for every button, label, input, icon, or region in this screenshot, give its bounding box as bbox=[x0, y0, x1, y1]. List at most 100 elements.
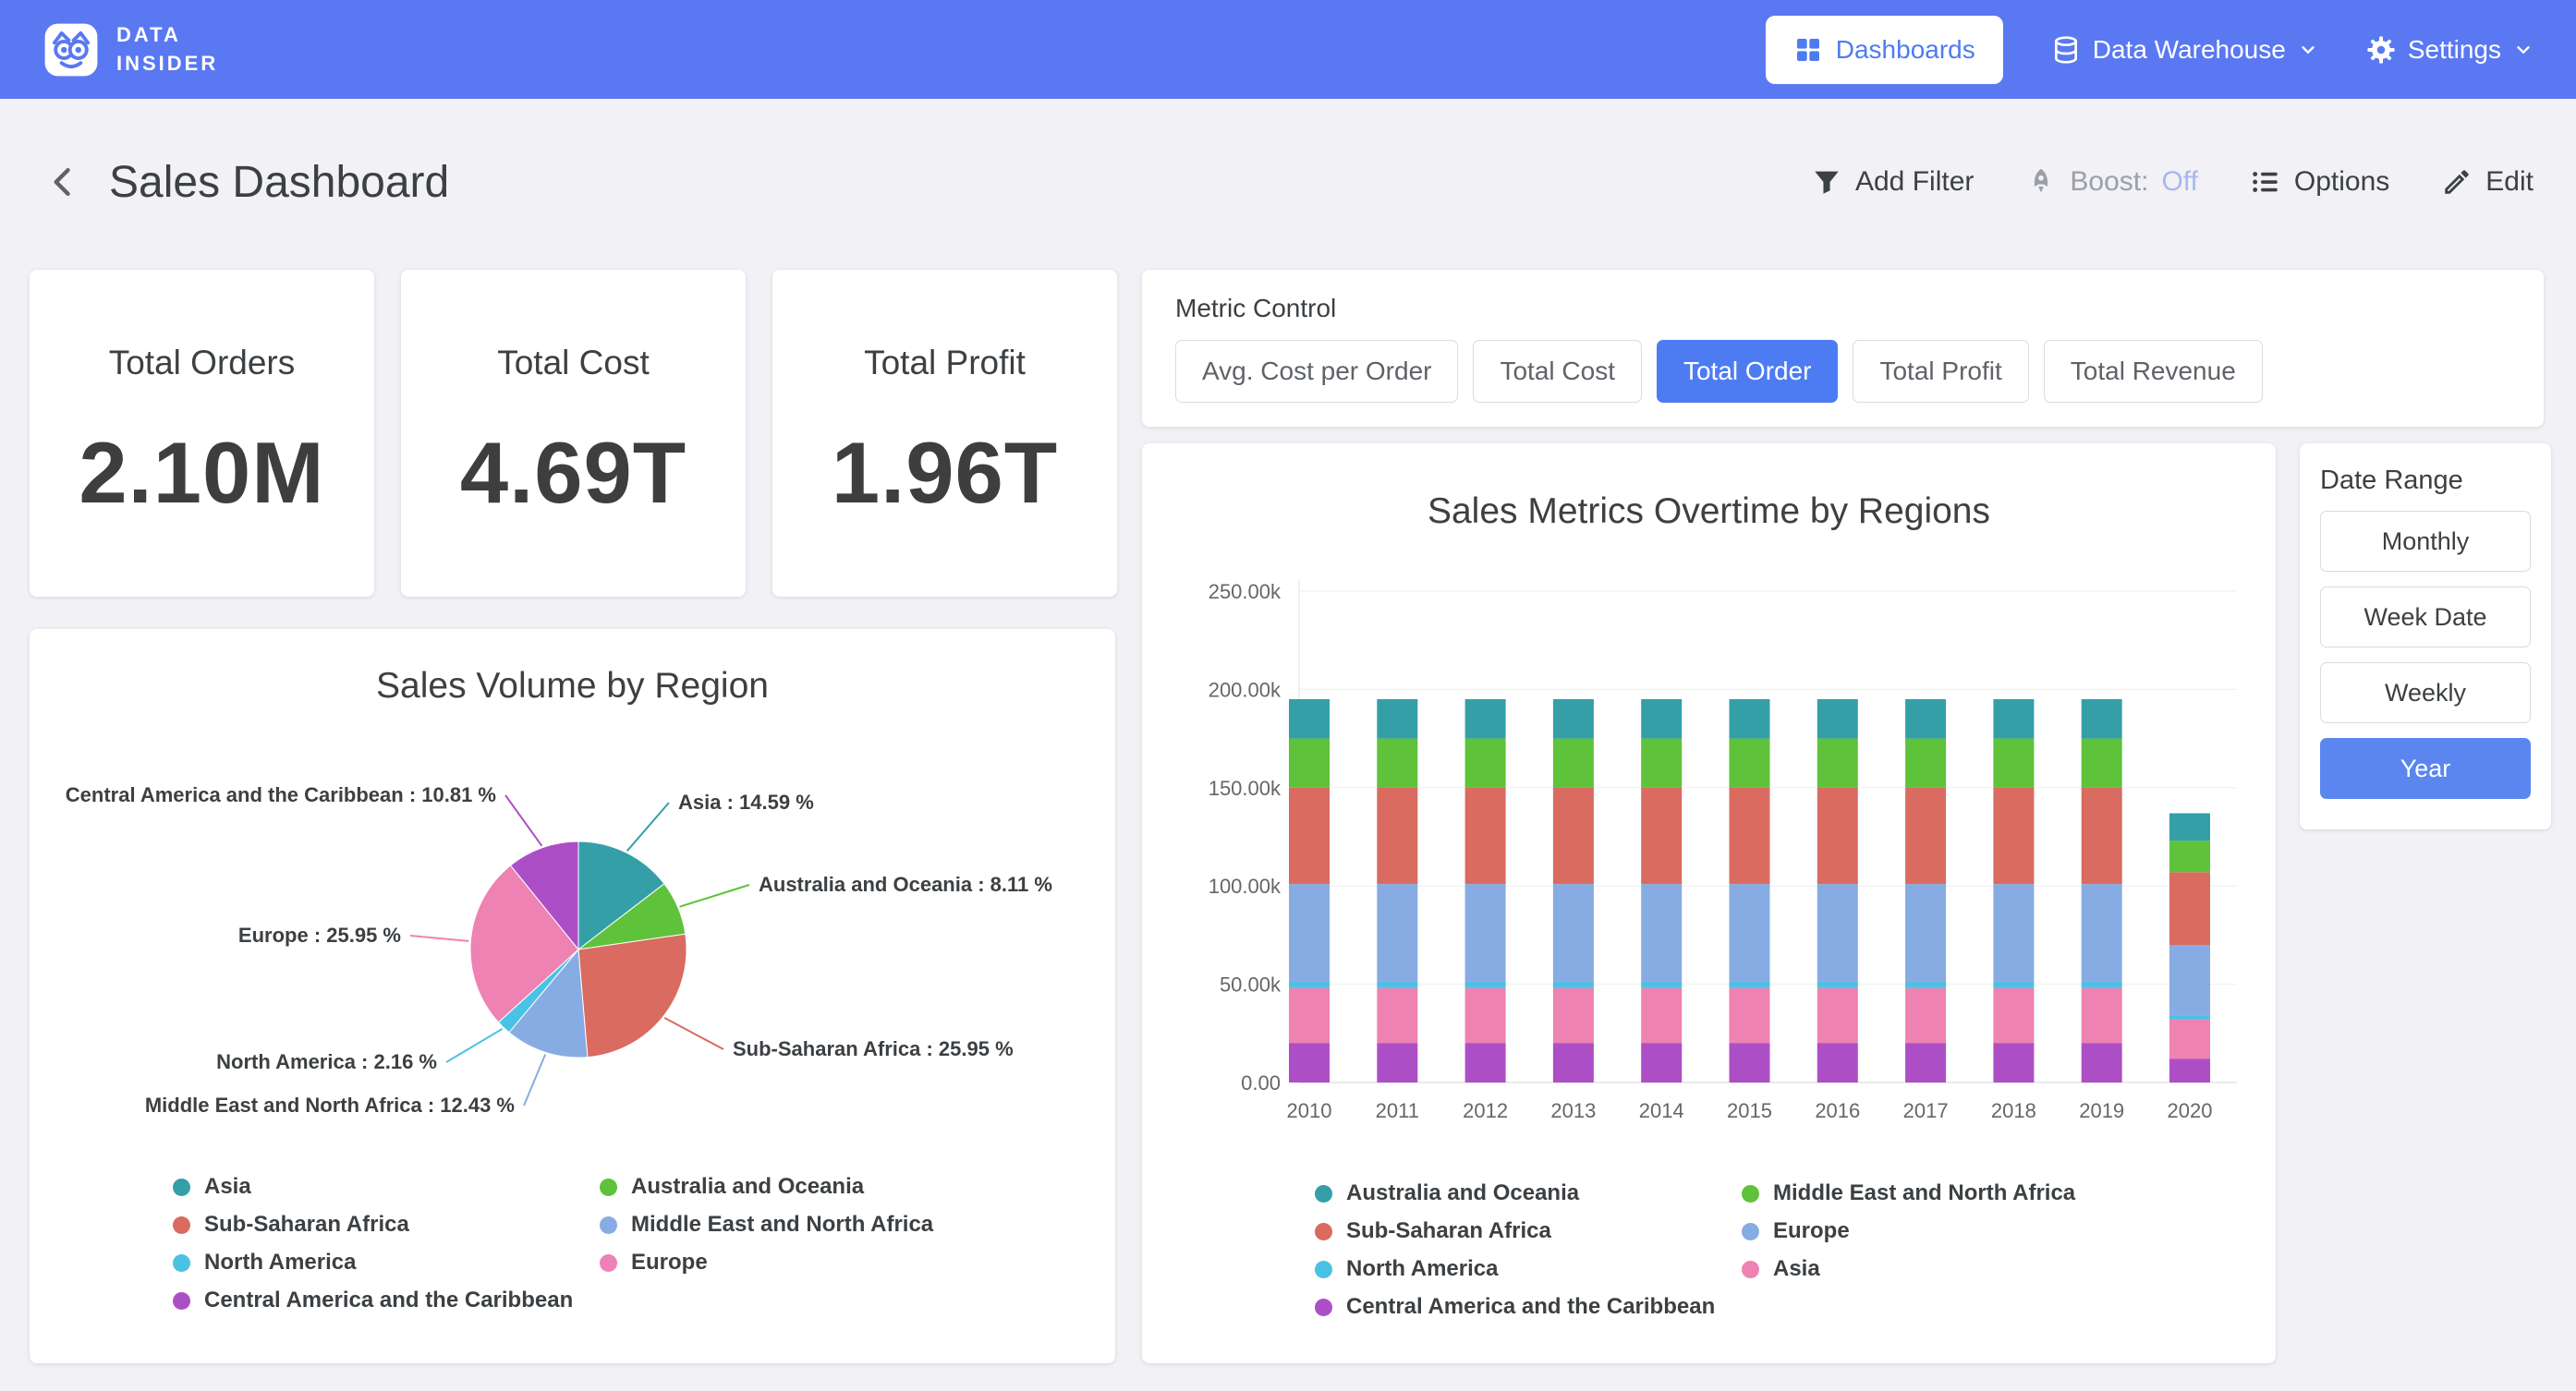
pie-slice-sub-saharan-africa[interactable] bbox=[578, 934, 687, 1057]
bar-2019-north-america[interactable] bbox=[2082, 983, 2122, 988]
bar-2012-central-america-and-the-caribbean[interactable] bbox=[1465, 1043, 1506, 1083]
bar-2011-central-america-and-the-caribbean[interactable] bbox=[1377, 1043, 1417, 1083]
metric-button-total-revenue[interactable]: Total Revenue bbox=[2044, 340, 2263, 403]
bar-2015-australia-and-oceania[interactable] bbox=[1730, 699, 1770, 739]
metric-button-total-cost[interactable]: Total Cost bbox=[1473, 340, 1642, 403]
pie-legend-item-asia[interactable]: Asia bbox=[173, 1174, 600, 1200]
bar-2019-sub-saharan-africa[interactable] bbox=[2082, 788, 2122, 884]
boost-toggle[interactable]: Boost: Off bbox=[2025, 166, 2198, 198]
bar-legend-item-australia-and-oceania[interactable]: Australia and Oceania bbox=[1315, 1180, 1742, 1206]
pie-legend-item-north-america[interactable]: North America bbox=[173, 1250, 600, 1276]
bar-2020-asia[interactable] bbox=[2169, 1020, 2210, 1059]
bar-2019-australia-and-oceania[interactable] bbox=[2082, 699, 2122, 739]
nav-data-warehouse[interactable]: Data Warehouse bbox=[2051, 35, 2318, 65]
bar-2018-middle-east-and-north-africa[interactable] bbox=[1993, 739, 2034, 788]
metric-button-avg-cost-per-order[interactable]: Avg. Cost per Order bbox=[1175, 340, 1458, 403]
bar-2014-australia-and-oceania[interactable] bbox=[1641, 699, 1682, 739]
add-filter-button[interactable]: Add Filter bbox=[1811, 166, 1974, 198]
bar-2013-north-america[interactable] bbox=[1553, 983, 1594, 988]
metric-button-total-order[interactable]: Total Order bbox=[1657, 340, 1839, 403]
bar-2014-middle-east-and-north-africa[interactable] bbox=[1641, 739, 1682, 788]
bar-2010-australia-and-oceania[interactable] bbox=[1289, 699, 1330, 739]
date-range-button-weekly[interactable]: Weekly bbox=[2320, 662, 2531, 723]
bar-legend-item-europe[interactable]: Europe bbox=[1742, 1218, 2169, 1244]
bar-2014-europe[interactable] bbox=[1641, 884, 1682, 982]
bar-2012-asia[interactable] bbox=[1465, 988, 1506, 1044]
bar-2015-north-america[interactable] bbox=[1730, 983, 1770, 988]
bar-2016-middle-east-and-north-africa[interactable] bbox=[1817, 739, 1858, 788]
bar-2020-sub-saharan-africa[interactable] bbox=[2169, 872, 2210, 945]
bar-2016-australia-and-oceania[interactable] bbox=[1817, 699, 1858, 739]
bar-2016-europe[interactable] bbox=[1817, 884, 1858, 982]
bar-2017-north-america[interactable] bbox=[1905, 983, 1946, 988]
bar-2020-europe[interactable] bbox=[2169, 945, 2210, 1016]
pie-legend-item-sub-saharan-africa[interactable]: Sub-Saharan Africa bbox=[173, 1212, 600, 1238]
bar-2013-sub-saharan-africa[interactable] bbox=[1553, 788, 1594, 884]
nav-dashboards-button[interactable]: Dashboards bbox=[1766, 16, 2003, 84]
bar-legend-item-north-america[interactable]: North America bbox=[1315, 1256, 1742, 1282]
bar-2018-sub-saharan-africa[interactable] bbox=[1993, 788, 2034, 884]
bar-2011-australia-and-oceania[interactable] bbox=[1377, 699, 1417, 739]
bar-2015-middle-east-and-north-africa[interactable] bbox=[1730, 739, 1770, 788]
bar-2010-europe[interactable] bbox=[1289, 884, 1330, 982]
bar-2019-asia[interactable] bbox=[2082, 988, 2122, 1044]
bar-2012-north-america[interactable] bbox=[1465, 983, 1506, 988]
bar-2010-central-america-and-the-caribbean[interactable] bbox=[1289, 1043, 1330, 1083]
bar-2015-asia[interactable] bbox=[1730, 988, 1770, 1044]
bar-2011-north-america[interactable] bbox=[1377, 983, 1417, 988]
bar-2015-central-america-and-the-caribbean[interactable] bbox=[1730, 1043, 1770, 1083]
bar-2016-asia[interactable] bbox=[1817, 988, 1858, 1044]
pie-legend-item-europe[interactable]: Europe bbox=[600, 1250, 1027, 1276]
bar-2011-middle-east-and-north-africa[interactable] bbox=[1377, 739, 1417, 788]
bar-2019-central-america-and-the-caribbean[interactable] bbox=[2082, 1043, 2122, 1083]
bar-2010-north-america[interactable] bbox=[1289, 983, 1330, 988]
date-range-button-monthly[interactable]: Monthly bbox=[2320, 511, 2531, 572]
date-range-button-week-date[interactable]: Week Date bbox=[2320, 587, 2531, 647]
bar-2017-middle-east-and-north-africa[interactable] bbox=[1905, 739, 1946, 788]
bar-2013-europe[interactable] bbox=[1553, 884, 1594, 982]
bar-legend-item-asia[interactable]: Asia bbox=[1742, 1256, 2169, 1282]
bar-legend-item-sub-saharan-africa[interactable]: Sub-Saharan Africa bbox=[1315, 1218, 1742, 1244]
bar-2020-north-america[interactable] bbox=[2169, 1016, 2210, 1020]
bar-2017-europe[interactable] bbox=[1905, 884, 1946, 982]
pie-legend-item-central-america-and-the-caribbean[interactable]: Central America and the Caribbean bbox=[173, 1288, 600, 1313]
bar-2012-australia-and-oceania[interactable] bbox=[1465, 699, 1506, 739]
bar-2016-central-america-and-the-caribbean[interactable] bbox=[1817, 1043, 1858, 1083]
date-range-button-year[interactable]: Year bbox=[2320, 738, 2531, 799]
bar-2013-middle-east-and-north-africa[interactable] bbox=[1553, 739, 1594, 788]
bar-2016-north-america[interactable] bbox=[1817, 983, 1858, 988]
bar-2011-sub-saharan-africa[interactable] bbox=[1377, 788, 1417, 884]
bar-2014-central-america-and-the-caribbean[interactable] bbox=[1641, 1043, 1682, 1083]
bar-2010-asia[interactable] bbox=[1289, 988, 1330, 1044]
bar-2019-middle-east-and-north-africa[interactable] bbox=[2082, 739, 2122, 788]
bar-2019-europe[interactable] bbox=[2082, 884, 2122, 982]
bar-2010-sub-saharan-africa[interactable] bbox=[1289, 788, 1330, 884]
edit-button[interactable]: Edit bbox=[2441, 166, 2533, 198]
bar-2017-sub-saharan-africa[interactable] bbox=[1905, 788, 1946, 884]
bar-2020-middle-east-and-north-africa[interactable] bbox=[2169, 841, 2210, 872]
bar-2012-middle-east-and-north-africa[interactable] bbox=[1465, 739, 1506, 788]
bar-2018-asia[interactable] bbox=[1993, 988, 2034, 1044]
bar-2018-europe[interactable] bbox=[1993, 884, 2034, 982]
bar-2014-sub-saharan-africa[interactable] bbox=[1641, 788, 1682, 884]
back-button[interactable] bbox=[43, 162, 83, 202]
bar-2013-asia[interactable] bbox=[1553, 988, 1594, 1044]
bar-2020-australia-and-oceania[interactable] bbox=[2169, 814, 2210, 841]
bar-legend-item-middle-east-and-north-africa[interactable]: Middle East and North Africa bbox=[1742, 1180, 2169, 1206]
bar-2011-europe[interactable] bbox=[1377, 884, 1417, 982]
options-button[interactable]: Options bbox=[2250, 166, 2389, 198]
bar-2018-australia-and-oceania[interactable] bbox=[1993, 699, 2034, 739]
bar-2017-central-america-and-the-caribbean[interactable] bbox=[1905, 1043, 1946, 1083]
bar-2018-north-america[interactable] bbox=[1993, 983, 2034, 988]
bar-2020-central-america-and-the-caribbean[interactable] bbox=[2169, 1059, 2210, 1083]
bar-2014-north-america[interactable] bbox=[1641, 983, 1682, 988]
bar-2012-europe[interactable] bbox=[1465, 884, 1506, 982]
bar-2018-central-america-and-the-caribbean[interactable] bbox=[1993, 1043, 2034, 1083]
bar-2011-asia[interactable] bbox=[1377, 988, 1417, 1044]
bar-2014-asia[interactable] bbox=[1641, 988, 1682, 1044]
bar-2015-europe[interactable] bbox=[1730, 884, 1770, 982]
bar-2017-australia-and-oceania[interactable] bbox=[1905, 699, 1946, 739]
bar-2016-sub-saharan-africa[interactable] bbox=[1817, 788, 1858, 884]
pie-legend-item-australia-and-oceania[interactable]: Australia and Oceania bbox=[600, 1174, 1027, 1200]
bar-2013-australia-and-oceania[interactable] bbox=[1553, 699, 1594, 739]
